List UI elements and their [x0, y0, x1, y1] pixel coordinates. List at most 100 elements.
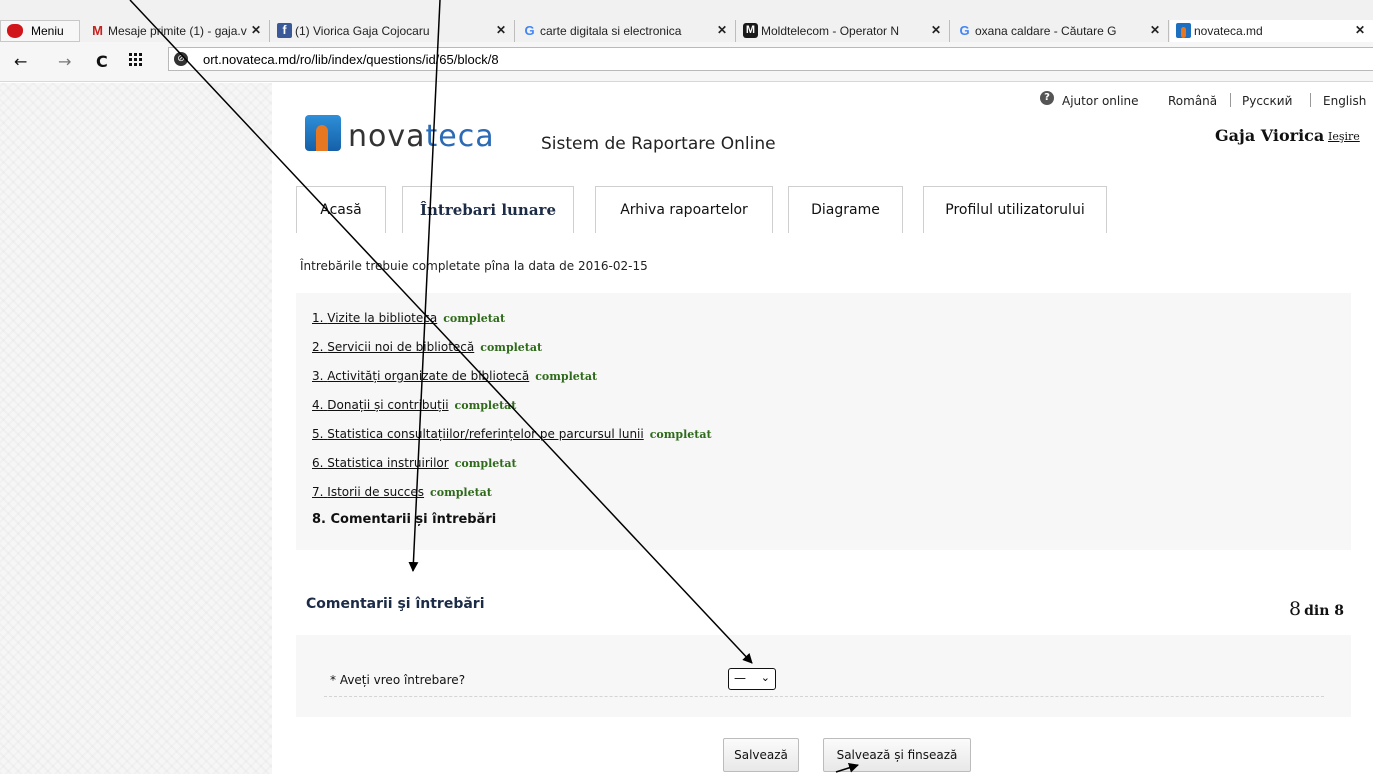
browser-tab-novateca[interactable]: novateca.md ✕ [1170, 20, 1373, 42]
close-icon[interactable]: ✕ [931, 23, 941, 37]
browser-tab-google-search-2[interactable]: G oxana caldare - Căutare G ✕ [951, 20, 1169, 42]
address-bar-row: ← → C ⊘ ort.novateca.md/ro/lib/index/que… [0, 42, 1373, 82]
opera-logo-icon [7, 24, 23, 38]
lang-divider [1310, 93, 1311, 107]
logo-text-part1: nova [348, 119, 426, 154]
question-label: Donații și contribuții [327, 398, 449, 412]
question-item-4[interactable]: 4. Donații și contribuții completat [312, 398, 516, 412]
url-input[interactable]: ⊘ ort.novateca.md/ro/lib/index/questions… [168, 47, 1373, 71]
question-number: 5. [312, 427, 324, 441]
question-link[interactable]: 2. Servicii noi de bibliotecă [312, 340, 474, 354]
save-button[interactable]: Salvează [723, 738, 799, 772]
opera-menu-button[interactable]: Meniu [0, 20, 80, 42]
tab-title: carte digitala si electronica [540, 24, 682, 38]
question-label: Istorii de succes [327, 485, 425, 499]
question-link[interactable]: 3. Activități organizate de bibliotecă [312, 369, 529, 383]
url-text: ort.novateca.md/ro/lib/index/questions/i… [203, 52, 499, 67]
questions-list: 1. Vizite la biblioteca completat 2. Serv… [296, 293, 1351, 550]
close-icon[interactable]: ✕ [251, 23, 261, 37]
question-item-1[interactable]: 1. Vizite la biblioteca completat [312, 311, 505, 325]
question-link[interactable]: 1. Vizite la biblioteca [312, 311, 437, 325]
facebook-icon: f [277, 23, 292, 38]
lang-russian-link[interactable]: Русский [1242, 94, 1292, 108]
novateca-logo-icon[interactable] [305, 115, 341, 151]
question-number: 3. [312, 369, 324, 383]
question-field-label: * Aveți vreo întrebare? [330, 673, 466, 687]
close-icon[interactable]: ✕ [717, 23, 727, 37]
question-link[interactable]: 6. Statistica instruirilor [312, 456, 449, 470]
reload-icon[interactable]: C [96, 52, 108, 71]
browser-tab-facebook[interactable]: f (1) Viorica Gaja Cojocaru ✕ [271, 20, 515, 42]
tab-title: (1) Viorica Gaja Cojocaru [295, 24, 430, 38]
question-label: Servicii noi de bibliotecă [327, 340, 475, 354]
question-number: 7. [312, 485, 324, 499]
close-icon[interactable]: ✕ [1355, 23, 1365, 37]
google-icon: G [524, 23, 535, 38]
lang-english-link[interactable]: English [1323, 94, 1366, 108]
question-number: 2. [312, 340, 324, 354]
question-item-5[interactable]: 5. Statistica consultațiilor/referințelo… [312, 427, 712, 441]
question-number: 1. [312, 311, 324, 325]
close-icon[interactable]: ✕ [496, 23, 506, 37]
counter-number: 8 [1289, 598, 1302, 620]
section-title: Comentarii şi întrebări [306, 596, 485, 612]
logout-link[interactable]: Ieşire [1328, 130, 1360, 143]
user-name: Gaja Viorica [1215, 126, 1325, 145]
tab-title: oxana caldare - Căutare G [975, 24, 1117, 38]
browser-tab-gmail[interactable]: M Mesaje primite (1) - gaja.v ✕ [84, 20, 270, 42]
logo-text-part2: teca [425, 119, 495, 154]
tab-diagrame[interactable]: Diagrame [788, 186, 903, 233]
help-online-link[interactable]: Ajutor online [1062, 94, 1139, 108]
page-background: ? Ajutor online Română Русский English n… [0, 83, 1373, 774]
lang-divider [1230, 93, 1231, 107]
question-status: completat [454, 457, 517, 470]
counter-total: din 8 [1304, 603, 1344, 619]
question-item-7[interactable]: 7. Istorii de succes completat [312, 485, 492, 499]
browser-tab-bar: Meniu M Mesaje primite (1) - gaja.v ✕ f … [0, 0, 1373, 42]
back-icon[interactable]: ← [14, 52, 27, 71]
question-status: completat [535, 370, 598, 383]
speed-dial-icon[interactable] [129, 52, 143, 71]
tab-acasa[interactable]: Acasă [296, 186, 386, 233]
forward-icon[interactable]: → [58, 52, 71, 71]
novateca-logo-text[interactable]: novateca [348, 119, 495, 154]
close-icon[interactable]: ✕ [1150, 23, 1160, 37]
site-title: Sistem de Raportare Online [541, 134, 776, 154]
question-item-2[interactable]: 2. Servicii noi de bibliotecă completat [312, 340, 542, 354]
question-form: * Aveți vreo întrebare? — ⌄ [296, 635, 1351, 717]
help-icon[interactable]: ? [1040, 91, 1054, 105]
question-status: completat [649, 428, 712, 441]
deadline-notice: Întrebările trebuie completate pîna la d… [300, 259, 648, 273]
question-status: completat [443, 312, 506, 325]
question-item-6[interactable]: 6. Statistica instruirilor completat [312, 456, 517, 470]
browser-tab-moldtelecom[interactable]: M Moldtelecom - Operator N ✕ [737, 20, 950, 42]
moldtelecom-icon: M [743, 23, 758, 38]
google-icon: G [959, 23, 970, 38]
question-item-3[interactable]: 3. Activități organizate de bibliotecă co… [312, 369, 597, 383]
field-divider [324, 696, 1324, 697]
tab-intrebari-lunare[interactable]: Întrebari lunare [402, 186, 574, 233]
question-link[interactable]: 4. Donații și contribuții [312, 398, 449, 412]
question-link[interactable]: 5. Statistica consultațiilor/referințelo… [312, 427, 644, 441]
tab-arhiva-rapoartelor[interactable]: Arhiva rapoartelor [595, 186, 773, 233]
question-link[interactable]: 7. Istorii de succes [312, 485, 424, 499]
site-info-icon[interactable]: ⊘ [174, 52, 188, 66]
question-answer-select[interactable]: — ⌄ [728, 668, 776, 690]
tab-title: novateca.md [1194, 24, 1263, 38]
select-value: — [734, 671, 746, 685]
save-and-finish-button[interactable]: Salvează și finsează [823, 738, 971, 772]
question-status: completat [454, 399, 517, 412]
tab-profilul-utilizatorului[interactable]: Profilul utilizatorului [923, 186, 1107, 233]
lang-romanian-link[interactable]: Română [1168, 94, 1217, 108]
chevron-down-icon: ⌄ [760, 671, 770, 684]
question-counter: 8 din 8 [1289, 598, 1344, 620]
question-status: completat [430, 486, 492, 499]
tab-title: Mesaje primite (1) - gaja.v [108, 24, 247, 38]
gmail-icon: M [92, 23, 103, 38]
question-label: Statistica instruirilor [327, 456, 449, 470]
question-status: completat [480, 341, 543, 354]
browser-tab-google-search[interactable]: G carte digitala si electronica ✕ [516, 20, 736, 42]
question-number: 6. [312, 456, 324, 470]
question-label: Vizite la biblioteca [327, 311, 438, 325]
tab-title: Moldtelecom - Operator N [761, 24, 900, 38]
